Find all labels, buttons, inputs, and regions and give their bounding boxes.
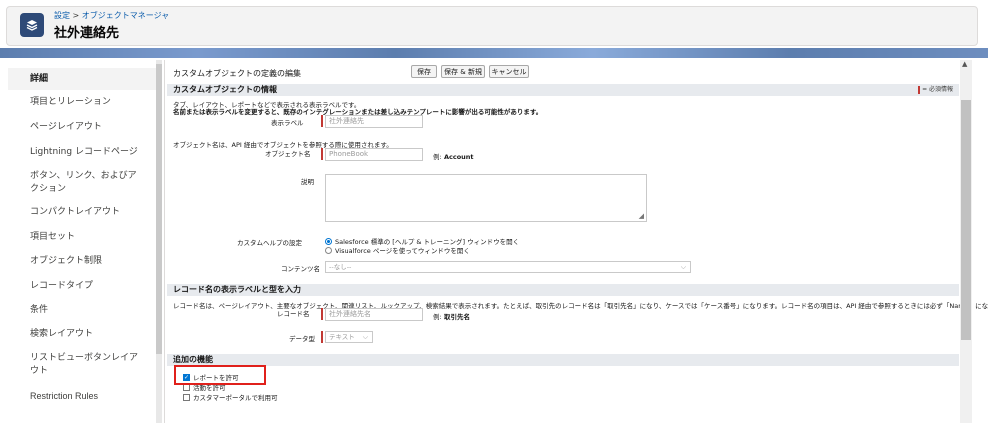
object-name-input[interactable]: PhoneBook (325, 148, 423, 161)
cancel-button[interactable]: キャンセル (489, 65, 529, 78)
required-marker (321, 115, 323, 127)
breadcrumb-setup-link[interactable]: 設定 (54, 11, 70, 20)
layers-icon (20, 13, 44, 37)
content-name-value: --なし-- (329, 263, 352, 271)
sidebar-scrollbar[interactable] (156, 60, 162, 423)
scroll-up-arrow-icon[interactable]: ▲ (962, 60, 967, 68)
edit-title: カスタムオブジェクトの定義の編集 (173, 69, 301, 78)
help-option-visualforce-label: Visualforce ページを使ってウィンドウを開く (335, 247, 470, 255)
example-prefix: 例: (433, 153, 442, 161)
breadcrumb: 設定 > オブジェクトマネージャ (54, 10, 169, 21)
radio-unselected-icon[interactable] (325, 246, 332, 254)
sidebar-item-list-view-button-layout-2[interactable]: ウト (8, 365, 156, 378)
required-marker (321, 148, 323, 160)
required-marker (321, 308, 323, 320)
sidebar-item-buttons-links-actions-2[interactable]: クション (8, 183, 156, 196)
required-legend: = 必須情報 (918, 84, 953, 96)
main-scrollbar-thumb[interactable] (961, 100, 971, 340)
sidebar-item-search-layouts[interactable]: 検索レイアウト (8, 328, 156, 341)
chevron-down-icon: ⌵ (680, 263, 686, 271)
sidebar-item-fields-relationships[interactable]: 項目とリレーション (8, 96, 156, 109)
record-name-label: レコード名 (277, 310, 310, 318)
breadcrumb-separator: > (70, 11, 82, 20)
edit-panel: カスタムオブジェクトの定義の編集 保存 保存 & 新規 キャンセル カスタムオブ… (164, 60, 988, 423)
sidebar-item-field-sets[interactable]: 項目セット (8, 231, 156, 244)
decorative-banner (0, 48, 988, 58)
customer-portal-label: カスタマーポータルで利用可 (193, 394, 278, 402)
record-name-example: 例: 取引先名 (433, 311, 470, 321)
breadcrumb-object-manager-link[interactable]: オブジェクトマネージャ (82, 11, 169, 20)
layers-icon-svg (26, 20, 38, 31)
description-textarea[interactable]: ◢ (325, 174, 647, 222)
section-header-object-info: カスタムオブジェクトの情報 = 必須情報 (167, 84, 959, 96)
content-name-label: コンテンツ名 (281, 265, 320, 273)
sidebar-item-lightning-record-pages[interactable]: Lightning レコードページ (8, 146, 156, 159)
sidebar-item-compact-layouts[interactable]: コンパクトレイアウト (8, 206, 156, 219)
required-indicator-icon (918, 85, 921, 94)
label-field-label: 表示ラベル (271, 119, 304, 127)
object-name-example: 例: Account (433, 151, 474, 161)
chevron-down-icon: ⌵ (362, 333, 368, 341)
data-type-select[interactable]: テキスト ⌵ (325, 331, 373, 343)
label-input[interactable]: 社外連絡先 (325, 115, 423, 128)
checkbox-unchecked-icon[interactable] (183, 393, 190, 401)
sidebar-scrollbar-thumb[interactable] (156, 64, 162, 354)
required-marker (321, 331, 323, 343)
section-title-object-info: カスタムオブジェクトの情報 (173, 85, 277, 94)
sidebar-nav: 詳細 項目とリレーション ページレイアウト Lightning レコードページ … (8, 60, 156, 423)
main-scrollbar[interactable]: ▲ (960, 60, 972, 423)
customer-portal-checkbox-row[interactable]: カスタマーポータルで利用可 (183, 392, 278, 402)
sidebar-item-object-limits[interactable]: オブジェクト制限 (8, 255, 156, 268)
sidebar-item-details[interactable]: 詳細 (8, 68, 156, 90)
sidebar-item-list-view-button-layout[interactable]: リストビューボタンレイア (8, 352, 156, 365)
page-header: 設定 > オブジェクトマネージャ 社外連絡先 (0, 0, 988, 46)
highlight-box (174, 365, 266, 385)
record-name-input[interactable]: 社外連絡先名 (325, 308, 423, 321)
save-new-button[interactable]: 保存 & 新規 (441, 65, 485, 78)
sidebar-item-restriction-rules[interactable]: Restriction Rules (8, 390, 156, 403)
help-option-visualforce[interactable]: Visualforce ページを使ってウィンドウを開く (325, 245, 470, 255)
sidebar-item-buttons-links-actions[interactable]: ボタン、リンク、およびア (8, 170, 156, 183)
description-label: 説明 (301, 178, 314, 186)
data-type-value: テキスト (329, 333, 355, 341)
sidebar-item-conditions[interactable]: 条件 (8, 304, 156, 317)
sidebar-item-record-types[interactable]: レコードタイプ (8, 280, 156, 293)
data-type-label: データ型 (289, 335, 315, 343)
object-name-label: オブジェクト名 (265, 150, 311, 158)
page-title: 社外連絡先 (54, 26, 120, 41)
section-header-record-name: レコード名の表示ラベルと型を入力 (167, 284, 959, 296)
save-button[interactable]: 保存 (411, 65, 437, 78)
resize-handle-icon[interactable]: ◢ (639, 212, 644, 220)
content-name-select[interactable]: --なし-- ⌵ (325, 261, 691, 273)
example-value: 取引先名 (443, 313, 470, 321)
help-setting-label: カスタムヘルプの設定 (237, 239, 302, 247)
radio-selected-icon[interactable] (325, 237, 332, 245)
sidebar-item-page-layouts[interactable]: ページレイアウト (8, 121, 156, 134)
example-prefix: 例: (433, 313, 442, 321)
required-legend-text: = 必須情報 (922, 86, 953, 93)
example-value: Account (443, 153, 474, 161)
section-header-features: 追加の機能 (167, 354, 959, 366)
